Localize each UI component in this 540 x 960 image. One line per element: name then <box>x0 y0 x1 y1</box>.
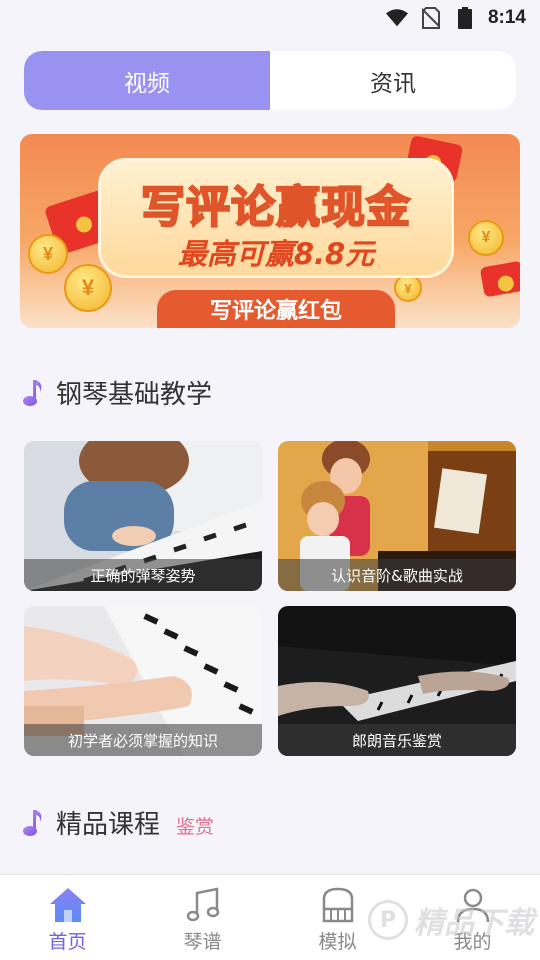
section-title: 精品课程 <box>56 810 161 840</box>
nav-sheet-music[interactable]: 琴谱 <box>135 875 270 960</box>
watermark-logo-icon: P <box>368 900 408 940</box>
home-icon <box>49 888 86 922</box>
no-sim-icon <box>420 7 442 29</box>
section-tag-appreciation[interactable]: 鉴赏 <box>176 812 214 839</box>
nav-label: 琴谱 <box>183 931 222 953</box>
card-caption: 郎朗音乐鉴赏 <box>278 724 516 756</box>
coin-icon: ¥ <box>394 274 422 302</box>
battery-icon <box>454 7 476 29</box>
music-note-icon <box>23 379 42 406</box>
status-time: 8:14 <box>487 7 526 28</box>
coin-icon: ¥ <box>468 220 504 256</box>
write-review-button[interactable]: 写评论赢红包 <box>157 290 395 328</box>
watermark-text: 精品下载 <box>414 906 534 941</box>
red-envelope-icon <box>479 260 520 298</box>
video-card[interactable]: 认识音阶&歌曲实战 <box>278 441 516 591</box>
music-note-icon <box>23 809 42 836</box>
nav-label: 首页 <box>48 931 87 953</box>
status-bar: 8:14 <box>0 0 540 36</box>
nav-home[interactable]: 首页 <box>0 875 135 960</box>
section-title: 钢琴基础教学 <box>56 380 213 410</box>
watermark: P 精品下载 <box>368 898 534 942</box>
card-caption: 初学者必须掌握的知识 <box>24 724 262 756</box>
banner-subline: 最高可赢8.8元 <box>177 237 375 271</box>
card-caption: 认识音阶&歌曲实战 <box>278 559 516 591</box>
nav-label: 模拟 <box>318 931 357 953</box>
section-premium-courses-header: 精品课程 鉴赏 <box>22 804 214 841</box>
banner-panel: 写评论赢现金 最高可赢8.8元 <box>98 158 454 278</box>
banner-headline: 写评论赢现金 <box>140 181 411 234</box>
music-note-icon <box>186 887 219 922</box>
tab-news[interactable]: 资讯 <box>270 51 516 110</box>
video-card[interactable]: 正确的弹琴姿势 <box>24 441 262 591</box>
content-tabs: 视频 资讯 <box>24 51 516 110</box>
tab-video[interactable]: 视频 <box>24 51 270 110</box>
section-piano-basics-header: 钢琴基础教学 <box>22 374 212 411</box>
video-card[interactable]: 初学者必须掌握的知识 <box>24 606 262 756</box>
wifi-icon <box>385 7 408 29</box>
card-caption: 正确的弹琴姿势 <box>24 559 262 591</box>
promo-banner[interactable]: ¥ ¥ ¥ ¥ 写评论赢现金 最高可赢8.8元 写评论赢红包 <box>20 134 520 328</box>
piano-icon <box>322 887 353 923</box>
coin-icon: ¥ <box>28 234 68 274</box>
video-card[interactable]: 郎朗音乐鉴赏 <box>278 606 516 756</box>
